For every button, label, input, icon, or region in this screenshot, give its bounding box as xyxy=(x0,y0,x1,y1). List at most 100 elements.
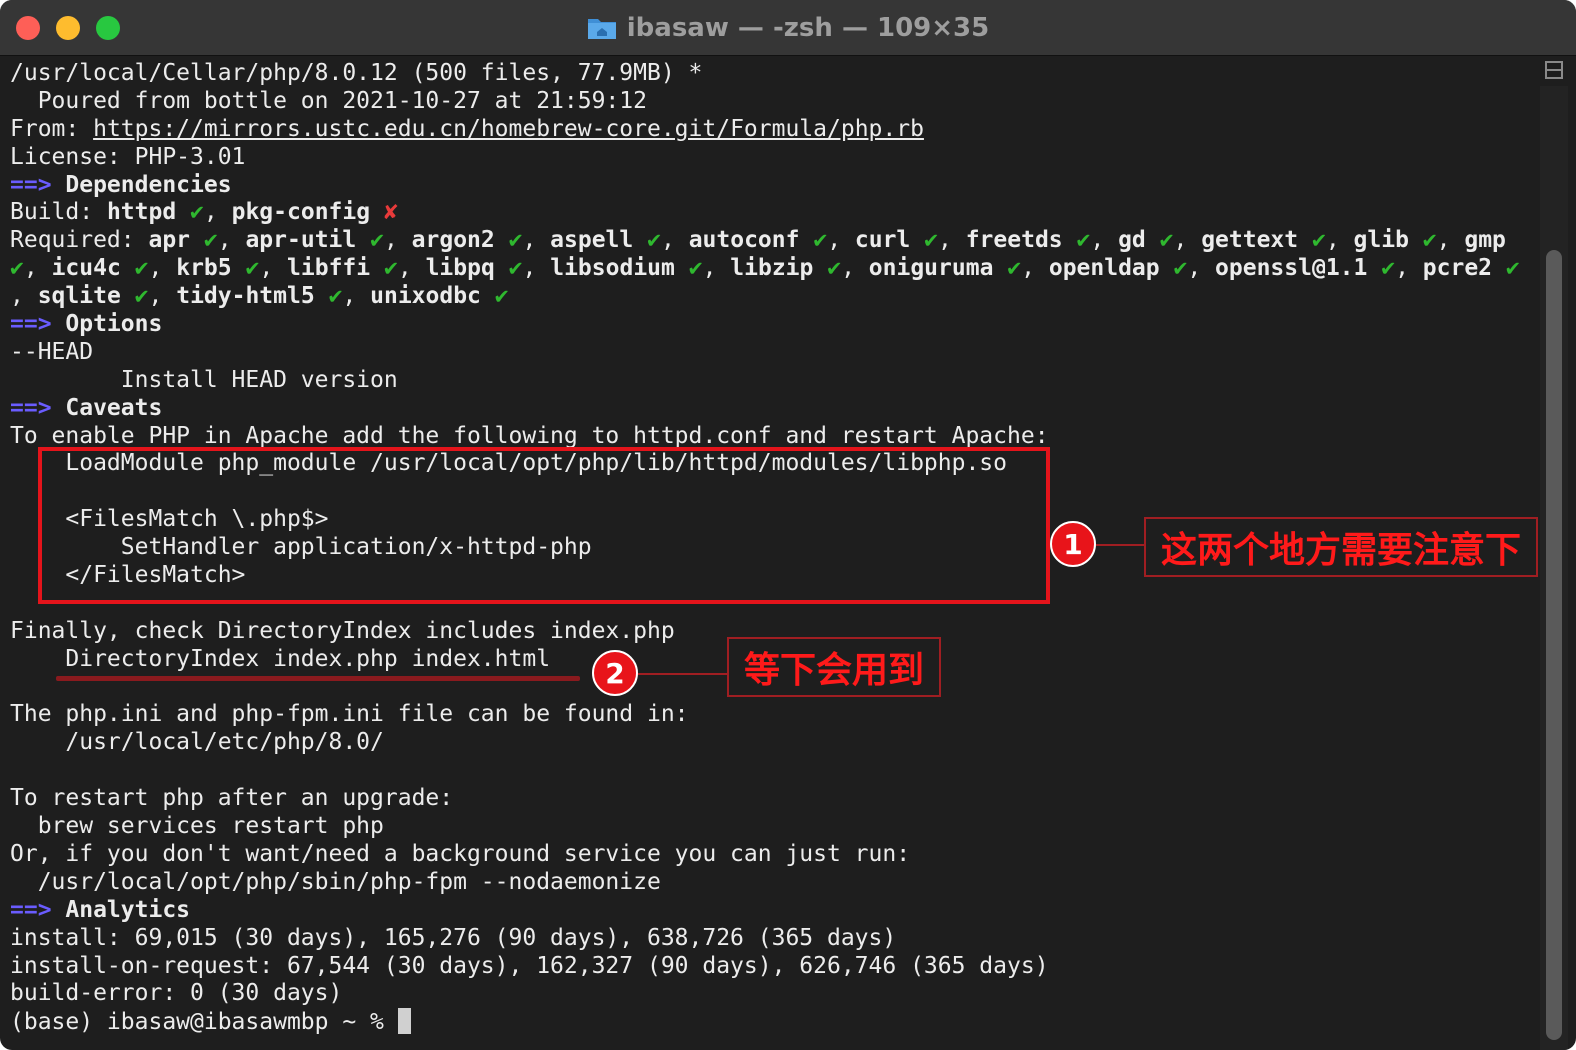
text-segment: openldap xyxy=(1048,255,1160,282)
window-title-wrap: ibasaw — -zsh — 109×35 xyxy=(0,0,1576,56)
text-segment: Install HEAD version xyxy=(10,366,398,393)
text-segment: brew services restart php xyxy=(10,813,384,840)
text-segment xyxy=(1409,227,1423,253)
text-segment: , xyxy=(383,227,412,254)
formula-link[interactable]: https://mirrors.ustc.edu.cn/homebrew-cor… xyxy=(93,116,924,142)
text-segment: , xyxy=(203,199,232,226)
split-pane-icon[interactable] xyxy=(1540,58,1568,82)
terminal-line: Build: httpd ✔, pkg-config ✘ xyxy=(10,199,1540,227)
section-arrow: ==> xyxy=(10,896,52,923)
text-segment xyxy=(176,199,190,225)
text-segment: libsodium xyxy=(550,255,675,282)
note-2: 等下会用到 xyxy=(727,637,941,697)
text-segment xyxy=(799,227,813,253)
check-icon: ✔ xyxy=(1159,227,1174,254)
terminal-line: ==> Caveats xyxy=(10,395,1540,423)
text-segment: apr-util xyxy=(245,227,357,254)
check-icon: ✔ xyxy=(1311,227,1326,254)
text-segment: , xyxy=(148,283,177,310)
terminal-line: Or, if you don't want/need a background … xyxy=(10,841,1540,869)
text-segment: Options xyxy=(51,311,163,338)
check-icon: ✔ xyxy=(813,227,828,254)
text-segment xyxy=(481,283,495,309)
text-segment: Poured from bottle on 2021-10-27 at 21:5… xyxy=(10,87,647,114)
text-segment: /usr/local/opt/php/sbin/php-fpm --nodaem… xyxy=(10,868,661,895)
text-segment xyxy=(813,255,827,281)
terminal-line: Poured from bottle on 2021-10-27 at 21:5… xyxy=(10,88,1540,116)
check-icon: ✔ xyxy=(134,255,149,282)
text-segment: Finally, check DirectoryIndex includes i… xyxy=(10,617,675,644)
check-icon: ✔ xyxy=(203,227,218,254)
text-segment: From: xyxy=(10,115,94,142)
text-segment: libpq xyxy=(425,255,495,282)
text-segment: (base) ibasaw@ibasawmbp ~ % xyxy=(10,1009,398,1036)
check-icon: ✔ xyxy=(190,199,204,226)
text-segment: , xyxy=(522,227,551,254)
badge-2: 2 xyxy=(592,650,638,696)
text-segment: , xyxy=(1325,227,1354,254)
terminal-line: Install HEAD version xyxy=(10,367,1540,395)
terminal-line: install: 69,015 (30 days), 165,276 (90 d… xyxy=(10,925,1540,953)
text-segment: aspell xyxy=(550,227,634,254)
text-segment: , xyxy=(1187,255,1216,282)
check-icon: ✔ xyxy=(245,255,260,282)
text-segment: httpd xyxy=(106,199,177,226)
text-segment xyxy=(1367,255,1381,281)
terminal-line: ==> Analytics xyxy=(10,897,1540,925)
text-segment xyxy=(232,255,246,281)
home-folder-icon xyxy=(587,16,617,40)
text-segment xyxy=(356,227,370,253)
text-segment: , xyxy=(827,227,855,254)
text-segment xyxy=(675,255,689,281)
terminal-line: /usr/local/Cellar/php/8.0.12 (500 files,… xyxy=(10,60,1540,88)
text-segment: , xyxy=(217,227,246,254)
terminal-line: , sqlite ✔, tidy-html5 ✔, unixodbc ✔ xyxy=(10,283,1540,311)
text-segment: DirectoryIndex index.php index.html xyxy=(10,645,551,672)
terminal-line: ==> Dependencies xyxy=(10,172,1540,200)
text-segment: libzip xyxy=(730,255,814,282)
text-segment: libffi xyxy=(287,255,371,282)
text-segment: apr xyxy=(148,227,191,254)
text-segment: , xyxy=(702,255,731,282)
check-icon: ✔ xyxy=(328,283,343,310)
text-segment: /usr/local/Cellar/php/8.0.12 (500 files,… xyxy=(10,60,703,86)
text-segment xyxy=(993,255,1007,281)
section-arrow: ==> xyxy=(10,394,52,421)
text-segment: Build: xyxy=(10,199,107,226)
text-segment xyxy=(495,255,509,281)
text-segment xyxy=(1492,255,1506,281)
terminal-window: ibasaw — -zsh — 109×35 /usr/local/Cellar… xyxy=(0,0,1576,1050)
cross-icon: ✘ xyxy=(383,199,398,226)
text-segment: autoconf xyxy=(688,227,800,254)
text-segment: argon2 xyxy=(411,227,495,254)
terminal-line: brew services restart php xyxy=(10,813,1540,841)
check-icon: ✔ xyxy=(647,227,661,254)
text-segment xyxy=(910,227,924,253)
terminal-line: (base) ibasaw@ibasawmbp ~ % xyxy=(10,1008,1540,1036)
text-segment: /usr/local/etc/php/8.0/ xyxy=(10,729,384,756)
text-segment: , xyxy=(1395,255,1423,282)
text-segment: , xyxy=(1436,227,1465,254)
callout-line-1 xyxy=(1096,544,1144,546)
text-segment xyxy=(1063,227,1077,253)
text-segment: tidy-html5 xyxy=(176,283,315,310)
check-icon: ✔ xyxy=(924,227,938,254)
text-segment: Caveats xyxy=(51,394,163,421)
text-segment: , xyxy=(10,283,38,310)
check-icon: ✔ xyxy=(827,255,842,282)
text-segment xyxy=(370,255,384,281)
text-segment xyxy=(121,283,135,309)
terminal-line: /usr/local/opt/php/sbin/php-fpm --nodaem… xyxy=(10,869,1540,897)
text-segment: install: 69,015 (30 days), 165,276 (90 d… xyxy=(10,924,897,951)
section-arrow: ==> xyxy=(10,171,52,198)
cursor xyxy=(397,1008,411,1035)
underline-directory-index xyxy=(56,676,580,681)
text-segment: install-on-request: 67,544 (30 days), 16… xyxy=(10,952,1049,979)
text-segment: License: PHP-3.01 xyxy=(10,143,246,170)
text-segment xyxy=(633,227,647,253)
text-segment xyxy=(315,283,329,309)
check-icon: ✔ xyxy=(1173,255,1188,282)
scrollbar-thumb[interactable] xyxy=(1546,250,1562,1040)
text-segment: , xyxy=(259,255,288,282)
